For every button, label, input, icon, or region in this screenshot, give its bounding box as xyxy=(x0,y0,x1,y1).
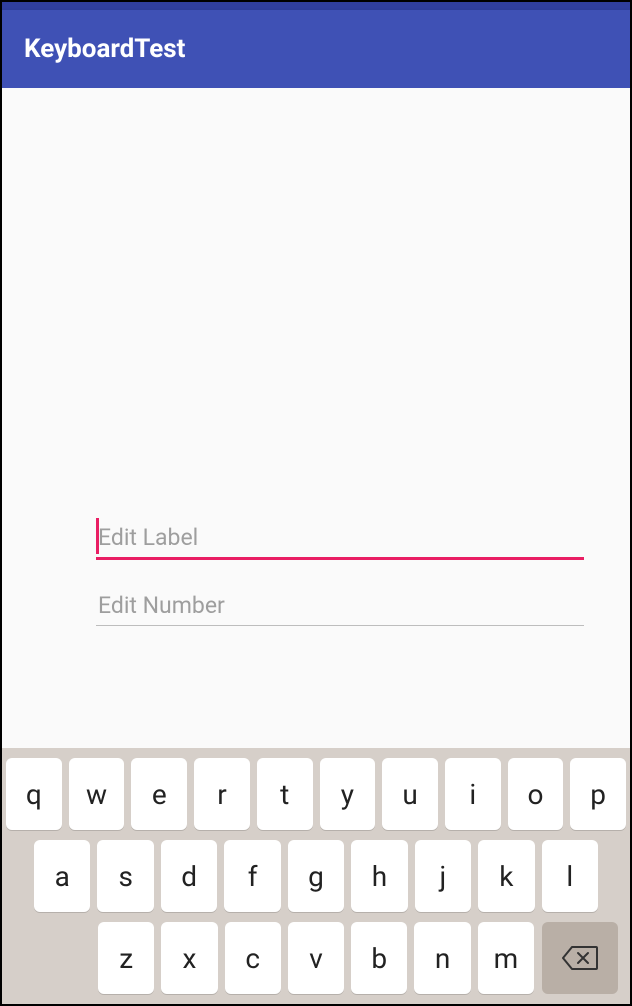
key-e[interactable]: e xyxy=(131,758,187,830)
key-n[interactable]: n xyxy=(414,922,470,994)
key-l[interactable]: l xyxy=(542,840,598,912)
key-x[interactable]: x xyxy=(161,922,217,994)
key-r[interactable]: r xyxy=(194,758,250,830)
edit-number-group xyxy=(96,586,584,626)
keyboard-row-1: q w e r t y u i o p xyxy=(6,758,626,830)
key-a[interactable]: a xyxy=(34,840,90,912)
keyboard-row-2: a s d f g h j k l xyxy=(6,840,626,912)
edit-label-underline xyxy=(96,557,584,560)
key-s[interactable]: s xyxy=(97,840,153,912)
key-m[interactable]: m xyxy=(478,922,534,994)
keyboard-row-3: z x c v b n m xyxy=(6,922,626,994)
app-title: KeyboardTest xyxy=(24,34,185,64)
key-k[interactable]: k xyxy=(478,840,534,912)
key-i[interactable]: i xyxy=(445,758,501,830)
key-h[interactable]: h xyxy=(351,840,407,912)
edit-label-group xyxy=(96,518,584,560)
app-bar: KeyboardTest xyxy=(2,10,630,88)
key-z[interactable]: z xyxy=(98,922,154,994)
key-f[interactable]: f xyxy=(224,840,280,912)
edit-label-input[interactable] xyxy=(96,518,584,557)
soft-keyboard: q w e r t y u i o p a s d f g h j k l z … xyxy=(2,748,630,1004)
key-y[interactable]: y xyxy=(320,758,376,830)
edit-number-underline xyxy=(96,625,584,626)
text-cursor xyxy=(96,518,99,554)
key-u[interactable]: u xyxy=(382,758,438,830)
key-o[interactable]: o xyxy=(508,758,564,830)
key-g[interactable]: g xyxy=(288,840,344,912)
key-p[interactable]: p xyxy=(570,758,626,830)
key-q[interactable]: q xyxy=(6,758,62,830)
key-j[interactable]: j xyxy=(415,840,471,912)
key-d[interactable]: d xyxy=(161,840,217,912)
content-area xyxy=(2,88,630,748)
status-bar xyxy=(2,2,630,10)
key-v[interactable]: v xyxy=(288,922,344,994)
key-b[interactable]: b xyxy=(351,922,407,994)
key-w[interactable]: w xyxy=(69,758,125,830)
key-backspace[interactable] xyxy=(542,922,618,994)
backspace-icon xyxy=(562,945,598,971)
key-c[interactable]: c xyxy=(225,922,281,994)
edit-number-input[interactable] xyxy=(96,586,584,625)
key-t[interactable]: t xyxy=(257,758,313,830)
